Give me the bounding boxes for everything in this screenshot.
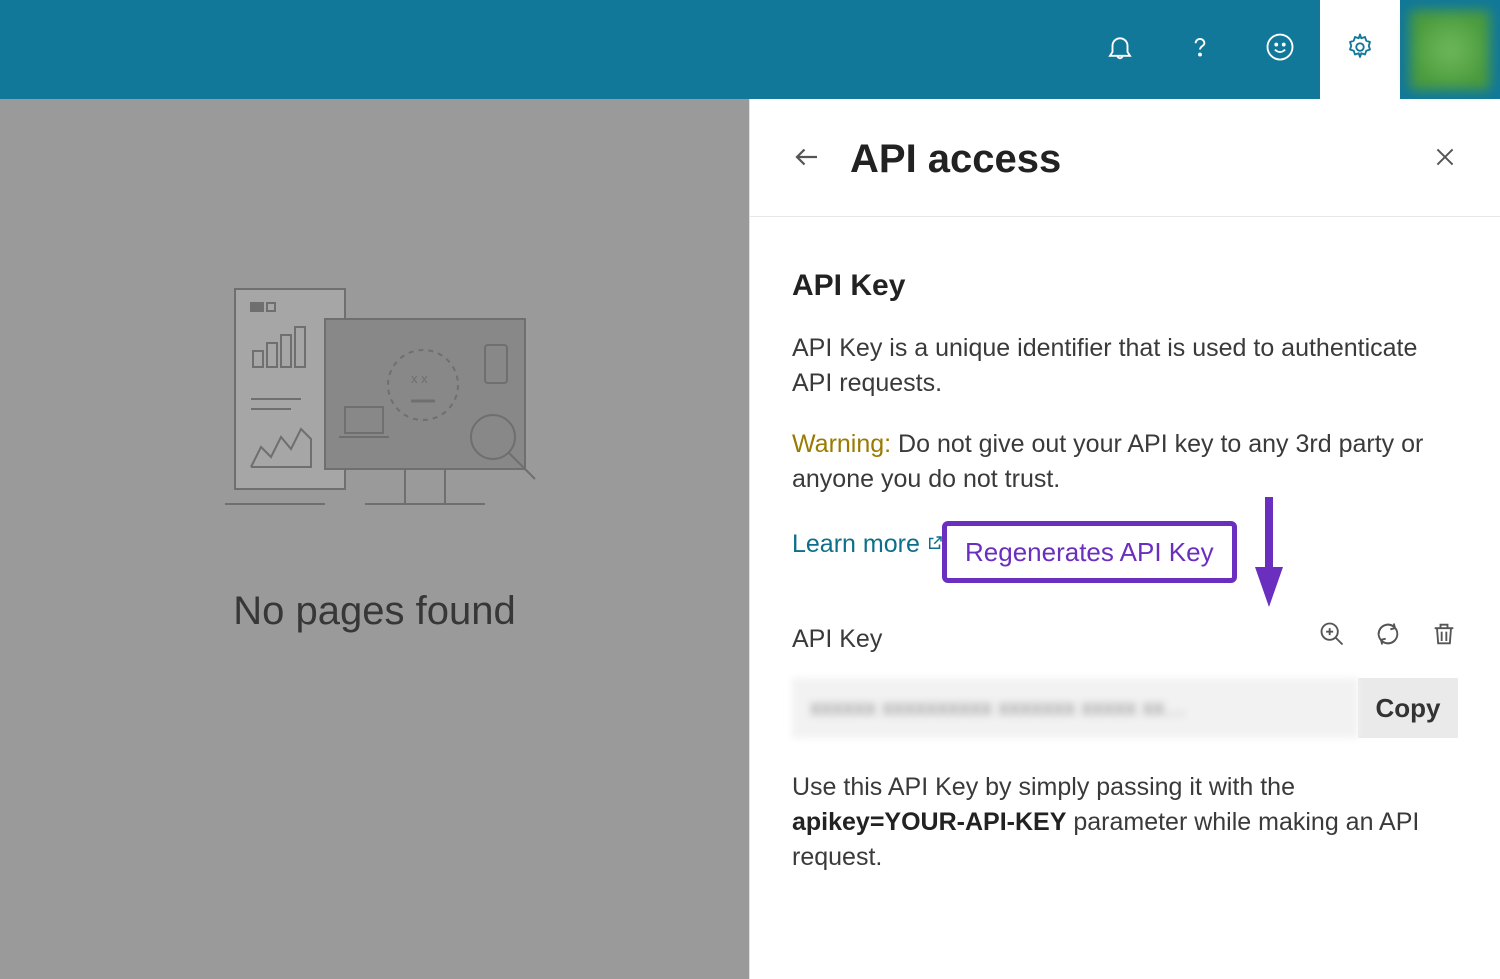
warning-label: Warning:: [792, 430, 891, 458]
magnify-plus-icon: [1318, 626, 1346, 654]
empty-state-illustration: x x: [205, 279, 545, 529]
panel-header: API access: [750, 99, 1500, 217]
notifications-button[interactable]: [1080, 0, 1160, 99]
learn-more-row: Learn more Regenerates API Key: [792, 527, 1458, 562]
smile-icon: [1265, 32, 1295, 67]
api-key-warning: Warning: Do not give out your API key to…: [792, 427, 1458, 497]
close-icon: [1432, 157, 1458, 174]
learn-more-text: Learn more: [792, 527, 920, 562]
side-panel: API access API Key API Key is a unique i…: [749, 99, 1500, 979]
user-avatar[interactable]: [1410, 10, 1490, 90]
regenerate-key-button[interactable]: [1374, 620, 1402, 658]
bell-icon: [1105, 32, 1135, 67]
zoom-key-button[interactable]: [1318, 620, 1346, 658]
annotation-callout: Regenerates API Key: [942, 521, 1237, 583]
panel-title: API access: [850, 137, 1432, 182]
usage-instructions: Use this API Key by simply passing it wi…: [792, 770, 1458, 875]
empty-state-text: No pages found: [233, 589, 515, 634]
api-key-value-row: xxxxxx xxxxxxxxxx xxxxxxx xxxxx xx… Copy: [792, 678, 1458, 738]
gear-icon: [1345, 32, 1375, 67]
api-key-value[interactable]: xxxxxx xxxxxxxxxx xxxxxxx xxxxx xx…: [792, 678, 1358, 738]
back-button[interactable]: [792, 142, 822, 177]
api-key-heading: API Key: [792, 265, 1458, 307]
help-button[interactable]: [1160, 0, 1240, 99]
arrow-left-icon: [792, 159, 822, 176]
learn-more-link[interactable]: Learn more: [792, 527, 944, 562]
app-header: [0, 0, 1500, 99]
question-icon: [1185, 32, 1215, 67]
panel-body: API Key API Key is a unique identifier t…: [750, 217, 1500, 875]
api-key-actions: [1318, 620, 1458, 658]
api-key-label: API Key: [792, 622, 882, 657]
annotation-arrow-icon: [1249, 497, 1289, 627]
close-button[interactable]: [1432, 144, 1458, 175]
refresh-icon: [1374, 626, 1402, 654]
main-area: x x No pages found: [0, 99, 1500, 979]
header-icon-group: [1080, 0, 1500, 99]
api-key-label-row: API Key: [792, 620, 1458, 658]
trash-icon: [1430, 626, 1458, 654]
settings-button[interactable]: [1320, 0, 1400, 99]
feedback-button[interactable]: [1240, 0, 1320, 99]
svg-text:x x: x x: [411, 371, 428, 386]
delete-key-button[interactable]: [1430, 620, 1458, 658]
api-key-description: API Key is a unique identifier that is u…: [792, 331, 1458, 401]
copy-button[interactable]: Copy: [1358, 678, 1458, 738]
content-backdrop: x x No pages found: [0, 99, 749, 979]
usage-param: apikey=YOUR-API-KEY: [792, 808, 1066, 836]
usage-prefix: Use this API Key by simply passing it wi…: [792, 773, 1295, 801]
